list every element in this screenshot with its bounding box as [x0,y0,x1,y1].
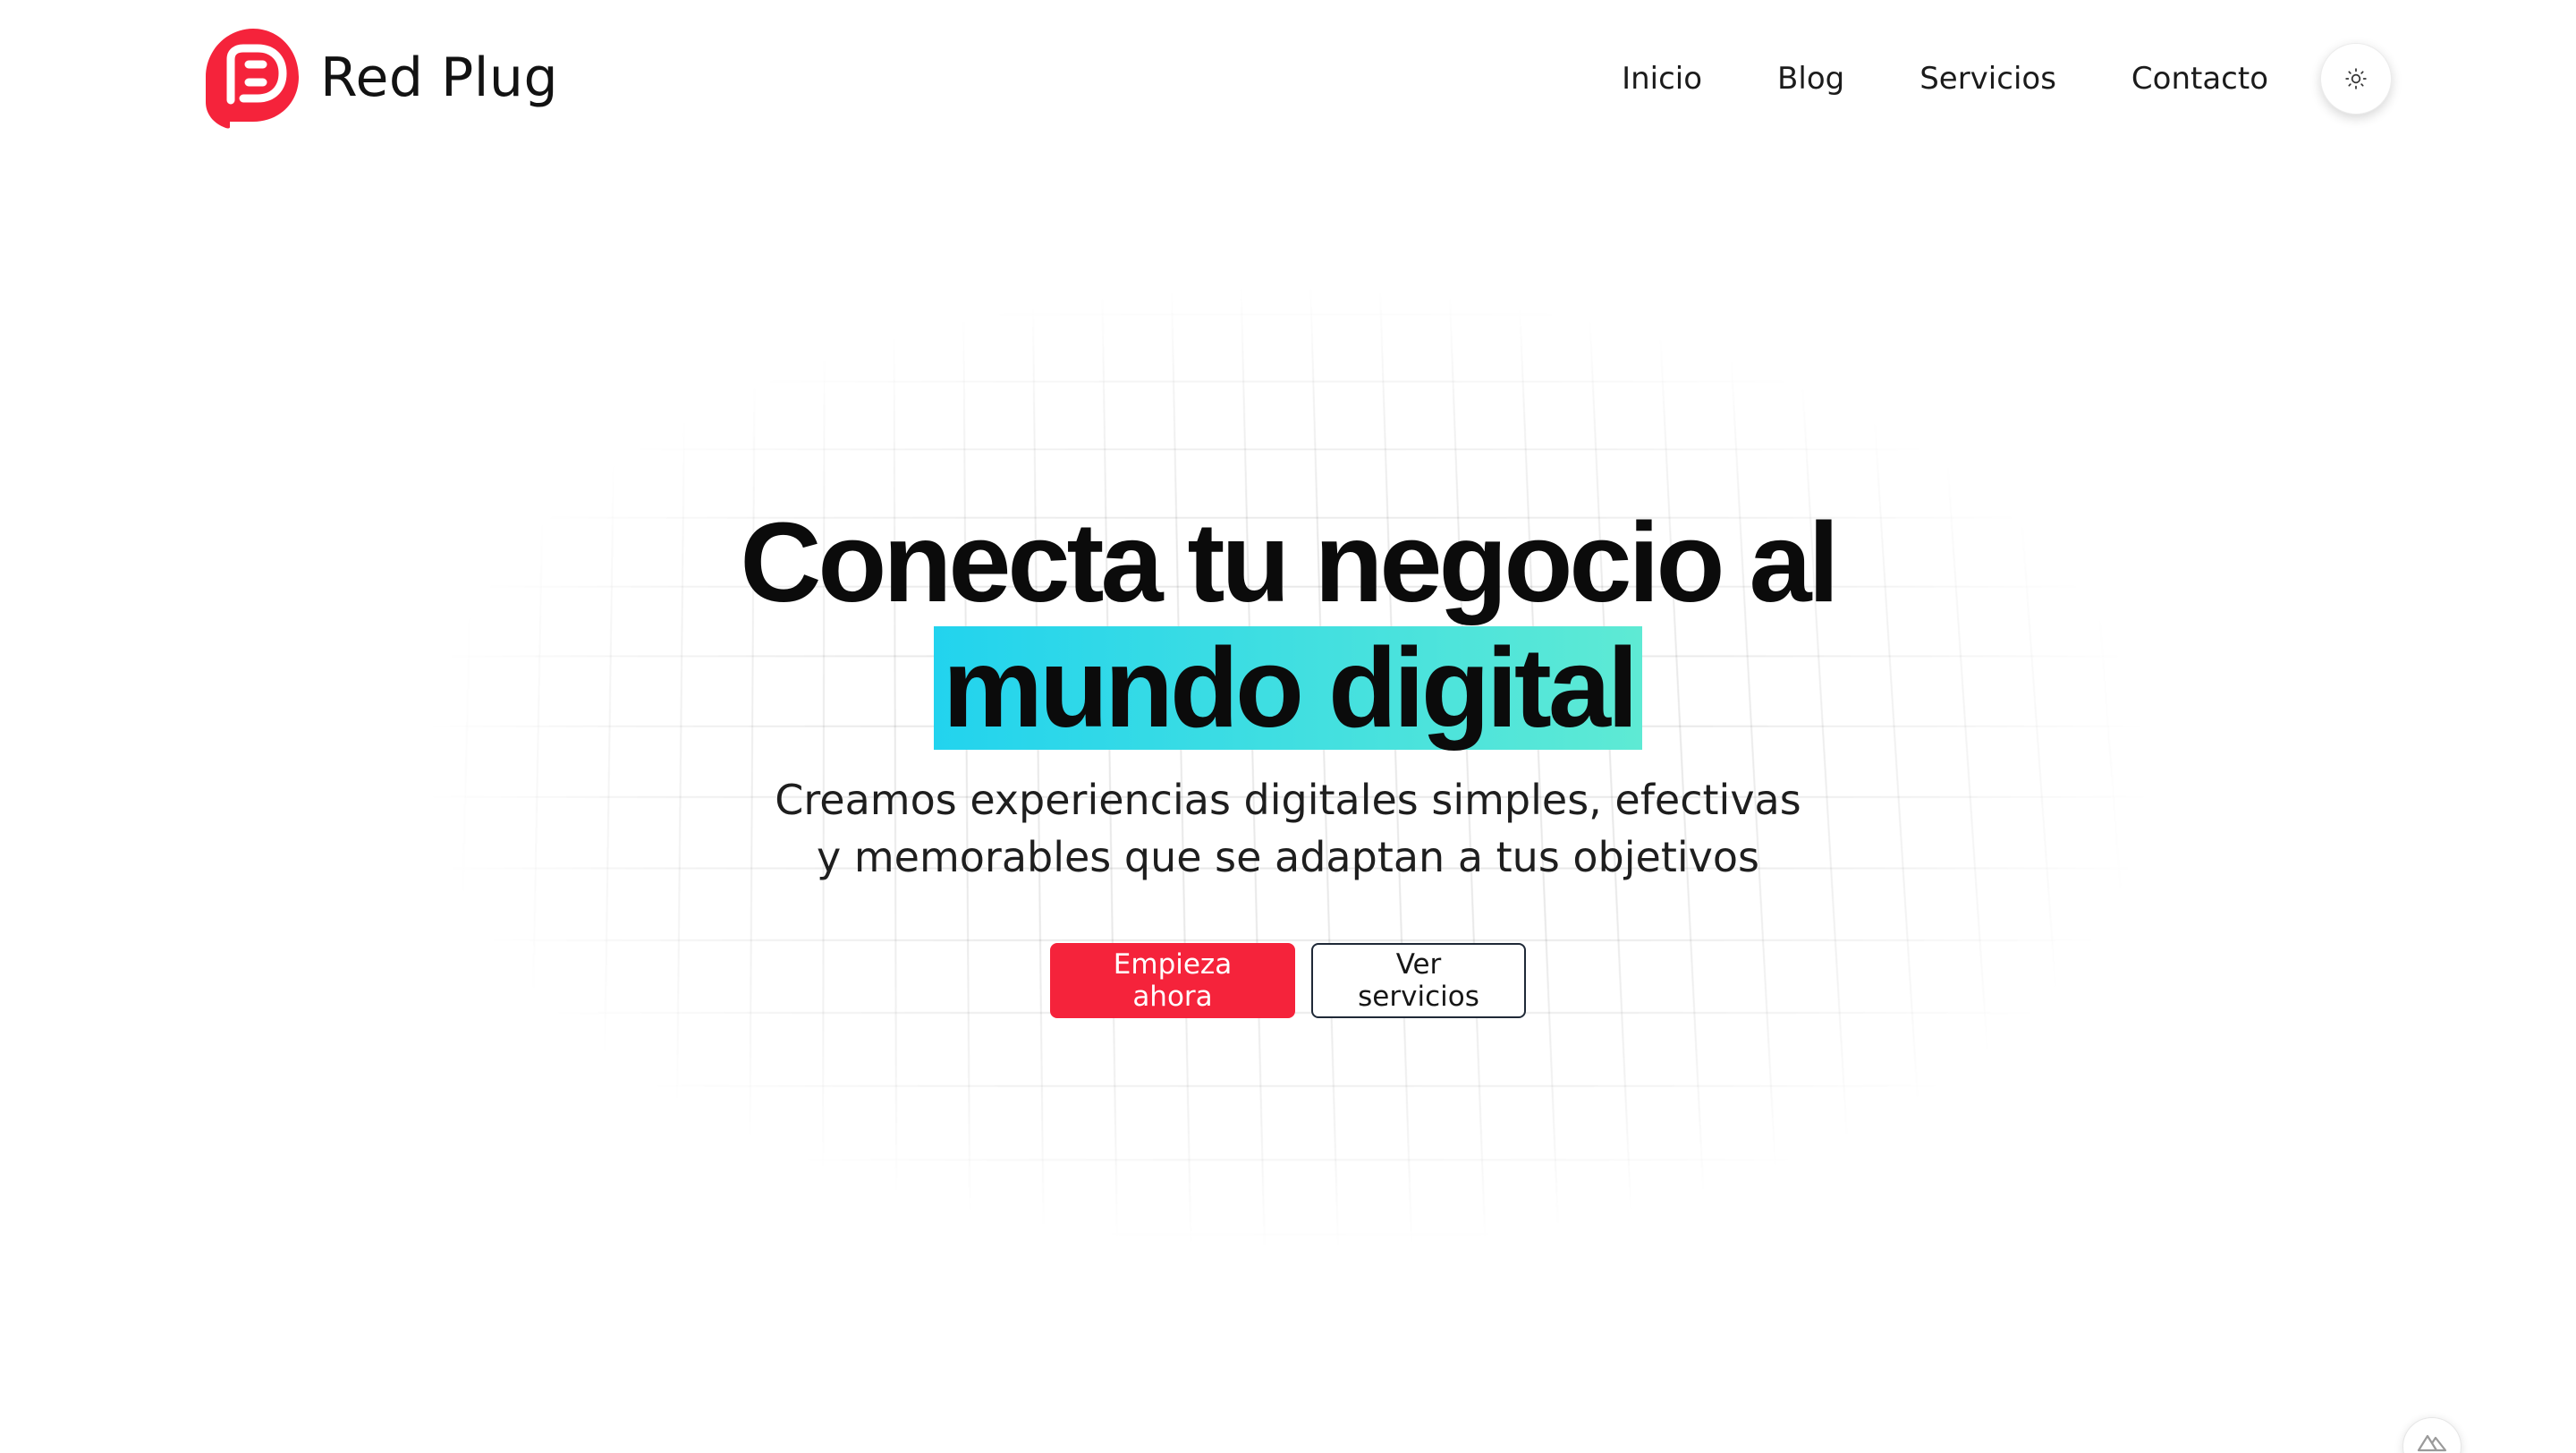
main-nav: Inicio Blog Servicios Contacto [1622,0,2576,157]
brand-home-link[interactable]: Red Plug [204,27,558,129]
hero-title-line: Conecta tu negocio al [740,499,1839,625]
hero-actions: Empieza ahora Ver servicios [0,943,2576,1018]
page: Red Plug Inicio Blog Servicios Contacto … [0,0,2576,1453]
view-services-button[interactable]: Ver servicios [1311,943,1526,1018]
brand-name: Red Plug [320,47,559,109]
start-now-button[interactable]: Empieza ahora [1050,943,1295,1018]
theme-toggle-button[interactable] [2320,43,2392,115]
nav-link-blog[interactable]: Blog [1777,61,1844,97]
hero-title-highlight: mundo digital [934,626,1642,750]
hero-subtitle-line-2: y memorables que se adaptan a tus objeti… [817,833,1759,881]
hero-subtitle-line-1: Creamos experiencias digitales simples, … [775,776,1801,824]
hero-section: Conecta tu negocio al mundo digital Crea… [0,501,2576,1018]
hero-subtitle: Creamos experiencias digitales simples, … [0,771,2576,886]
devtools-toggle-button[interactable] [2402,1417,2462,1453]
sun-icon [2345,68,2367,89]
nav-link-inicio[interactable]: Inicio [1622,61,1702,97]
nav-link-servicios[interactable]: Servicios [1919,61,2056,97]
plug-logo-icon [206,29,299,129]
hero-title: Conecta tu negocio al mundo digital [0,501,2576,750]
site-header: Red Plug Inicio Blog Servicios Contacto [0,0,2576,157]
nav-link-contacto[interactable]: Contacto [2131,61,2268,97]
nuxt-devtools-icon [2417,1434,2447,1452]
